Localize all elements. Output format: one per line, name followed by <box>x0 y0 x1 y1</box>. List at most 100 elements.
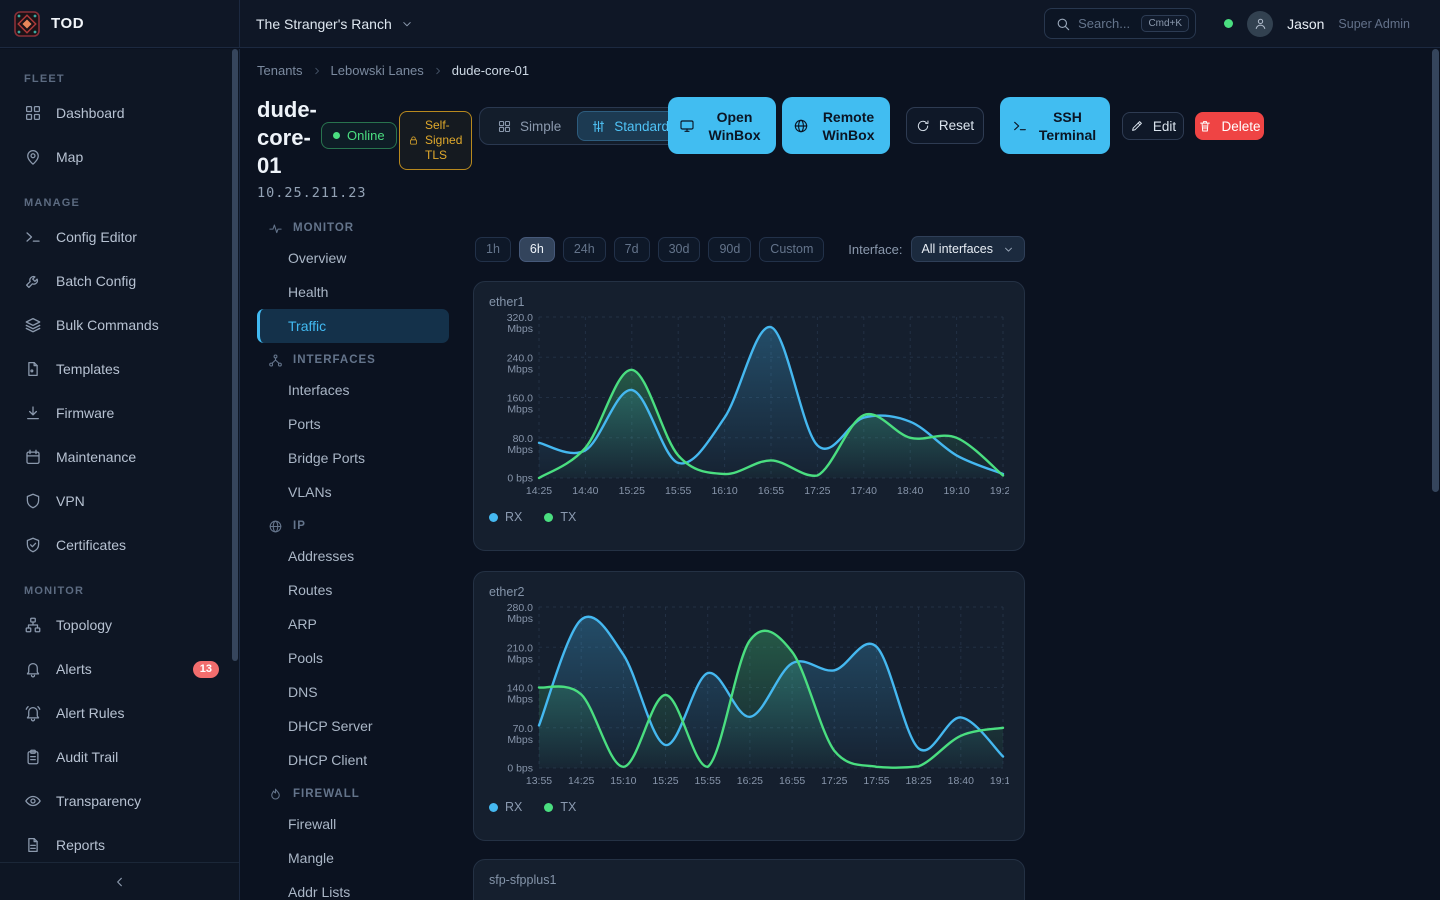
remote-winbox-button[interactable]: Remote WinBox <box>782 97 890 154</box>
subnav-item-mangle[interactable]: Mangle <box>257 841 449 875</box>
sidebar-item-templates[interactable]: Templates <box>0 347 239 391</box>
subnav-section-monitor: MONITOROverviewHealthTraffic <box>257 215 449 343</box>
time-range-30d[interactable]: 30d <box>658 237 701 262</box>
chart-plot-ether2: 280.0Mbps210.0Mbps140.0Mbps70.0Mbps0 bps… <box>489 600 1009 796</box>
ssh-terminal-button[interactable]: SSH Terminal <box>1000 97 1110 154</box>
edit-button[interactable]: Edit <box>1122 112 1184 140</box>
chevron-left-icon <box>112 874 128 890</box>
tenant-selector[interactable]: The Stranger's Ranch <box>256 16 414 32</box>
sidebar-item-audit-trail[interactable]: Audit Trail <box>0 735 239 779</box>
legend-dot-icon <box>489 513 498 522</box>
subnav-item-routes[interactable]: Routes <box>257 573 449 607</box>
open-winbox-button[interactable]: Open WinBox <box>668 97 776 154</box>
sidebar-item-maintenance[interactable]: Maintenance <box>0 435 239 479</box>
sidebar-item-batch-config[interactable]: Batch Config <box>0 259 239 303</box>
legend-dot-icon <box>544 513 553 522</box>
subnav-item-interfaces[interactable]: Interfaces <box>257 373 449 407</box>
alerts-count-badge: 13 <box>193 661 219 678</box>
subnav-item-firewall[interactable]: Firewall <box>257 807 449 841</box>
sidebar-collapse-button[interactable] <box>0 862 239 900</box>
subnav-item-pools[interactable]: Pools <box>257 641 449 675</box>
device-subnav: MONITOROverviewHealthTraffic INTERFACES In… <box>257 215 449 900</box>
legend-item-tx[interactable]: TX <box>544 800 576 814</box>
sidebar-item-certificates[interactable]: Certificates <box>0 523 239 567</box>
subnav-item-bridge-ports[interactable]: Bridge Ports <box>257 441 449 475</box>
user-role: Super Admin <box>1338 17 1410 31</box>
interface-filter-select[interactable]: All interfaces <box>911 236 1025 262</box>
subnav-item-addr-lists[interactable]: Addr Lists <box>257 875 449 900</box>
time-range-24h[interactable]: 24h <box>563 237 606 262</box>
main-content: TenantsLebowski Lanesdude-core-01 dude-c… <box>241 49 1440 900</box>
chevron-down-icon <box>1002 243 1015 256</box>
svg-text:17:40: 17:40 <box>851 485 877 497</box>
subnav-item-dhcp-client[interactable]: DHCP Client <box>257 743 449 777</box>
time-range-7d[interactable]: 7d <box>614 237 650 262</box>
subnav-item-overview[interactable]: Overview <box>257 241 449 275</box>
breadcrumb-item[interactable]: Lebowski Lanes <box>331 63 424 78</box>
svg-text:Mbps: Mbps <box>507 363 533 375</box>
activity-icon <box>268 221 283 236</box>
terminal-icon <box>24 228 42 246</box>
subnav-item-ports[interactable]: Ports <box>257 407 449 441</box>
view-mode-simple[interactable]: Simple <box>483 111 575 141</box>
avatar[interactable] <box>1247 11 1273 37</box>
sidebar-item-alerts[interactable]: Alerts13 <box>0 647 239 691</box>
file-icon <box>24 360 42 378</box>
time-range-6h[interactable]: 6h <box>519 237 555 262</box>
svg-text:19:10: 19:10 <box>990 775 1009 787</box>
svg-text:14:25: 14:25 <box>526 485 552 497</box>
button-label: Reset <box>939 118 974 133</box>
legend-label: TX <box>560 510 576 524</box>
sidebar-item-firmware[interactable]: Firmware <box>0 391 239 435</box>
svg-text:Mbps: Mbps <box>507 444 533 456</box>
reset-button[interactable]: Reset <box>906 107 984 144</box>
sidebar-item-map[interactable]: Map <box>0 135 239 179</box>
time-range-90d[interactable]: 90d <box>708 237 751 262</box>
subnav-item-arp[interactable]: ARP <box>257 607 449 641</box>
sidebar-item-config-editor[interactable]: Config Editor <box>0 215 239 259</box>
search-box[interactable]: Cmd+K <box>1044 8 1196 39</box>
subnav-item-vlans[interactable]: VLANs <box>257 475 449 509</box>
download-icon <box>24 404 42 422</box>
topbar-right: Cmd+K Jason Super Admin <box>1044 8 1440 39</box>
time-range-custom[interactable]: Custom <box>759 237 824 262</box>
sidebar-item-alert-rules[interactable]: Alert Rules <box>0 691 239 735</box>
sidebar-item-label: Map <box>56 149 83 165</box>
sidebar-item-label: Certificates <box>56 537 126 553</box>
subnav-item-health[interactable]: Health <box>257 275 449 309</box>
sidebar-item-topology[interactable]: Topology <box>0 603 239 647</box>
legend-item-tx[interactable]: TX <box>544 510 576 524</box>
status-badge: Online <box>321 122 397 149</box>
shield-check-icon <box>24 536 42 554</box>
sidebar-item-label: Batch Config <box>56 273 136 289</box>
breadcrumb-item: dude-core-01 <box>452 63 529 78</box>
app-root: TOD The Stranger's Ranch Cmd+K Jason Sup… <box>0 0 1440 900</box>
sidebar-item-transparency[interactable]: Transparency <box>0 779 239 823</box>
subnav-section-label: INTERFACES <box>293 354 376 366</box>
legend-item-rx[interactable]: RX <box>489 510 522 524</box>
breadcrumb-item[interactable]: Tenants <box>257 63 303 78</box>
sidebar-item-label: Transparency <box>56 793 141 809</box>
delete-button[interactable]: Delete <box>1195 112 1264 140</box>
svg-text:Mbps: Mbps <box>507 734 533 746</box>
subnav-item-addresses[interactable]: Addresses <box>257 539 449 573</box>
sidebar-scrollbar[interactable] <box>232 49 238 661</box>
file-text-icon <box>24 836 42 854</box>
legend-label: RX <box>505 800 522 814</box>
subnav-item-traffic[interactable]: Traffic <box>257 309 449 343</box>
time-range-1h[interactable]: 1h <box>475 237 511 262</box>
subnav-item-dns[interactable]: DNS <box>257 675 449 709</box>
svg-text:16:25: 16:25 <box>737 775 763 787</box>
sidebar-item-label: Bulk Commands <box>56 317 159 333</box>
content-scrollbar[interactable] <box>1432 49 1439 492</box>
sidebar-item-bulk-commands[interactable]: Bulk Commands <box>0 303 239 347</box>
bell-ring-icon <box>24 704 42 722</box>
sidebar-item-reports[interactable]: Reports <box>0 823 239 867</box>
search-input[interactable] <box>1078 16 1134 31</box>
brand-name: TOD <box>51 15 84 32</box>
svg-text:16:10: 16:10 <box>711 485 737 497</box>
sidebar-item-vpn[interactable]: VPN <box>0 479 239 523</box>
subnav-item-dhcp-server[interactable]: DHCP Server <box>257 709 449 743</box>
sidebar-item-dashboard[interactable]: Dashboard <box>0 91 239 135</box>
legend-item-rx[interactable]: RX <box>489 800 522 814</box>
